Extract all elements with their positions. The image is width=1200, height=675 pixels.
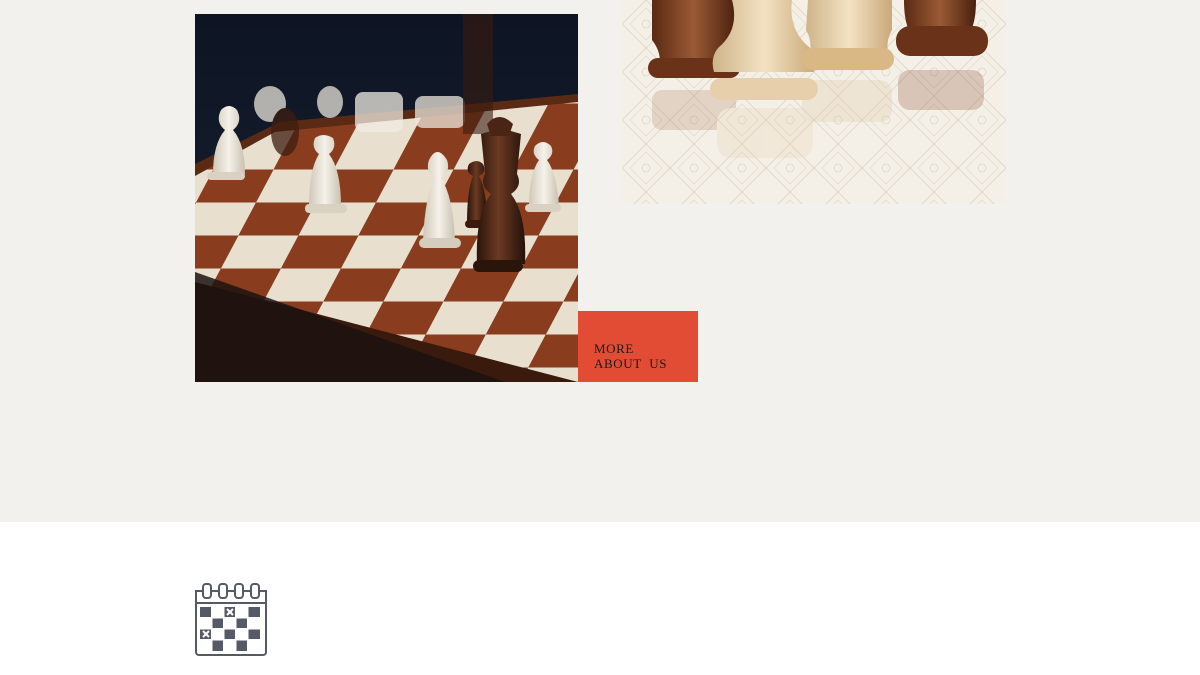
cta-line-2: ABOUT US <box>594 356 668 371</box>
chess-pieces-photo <box>622 0 1006 204</box>
about-section <box>0 0 1200 522</box>
cta-line-1: MORE <box>594 341 634 356</box>
more-about-us-button[interactable]: MORE ABOUT US <box>578 311 698 382</box>
chessboard-photo <box>195 14 578 382</box>
events-section <box>0 522 1200 675</box>
calendar-icon <box>194 583 270 659</box>
